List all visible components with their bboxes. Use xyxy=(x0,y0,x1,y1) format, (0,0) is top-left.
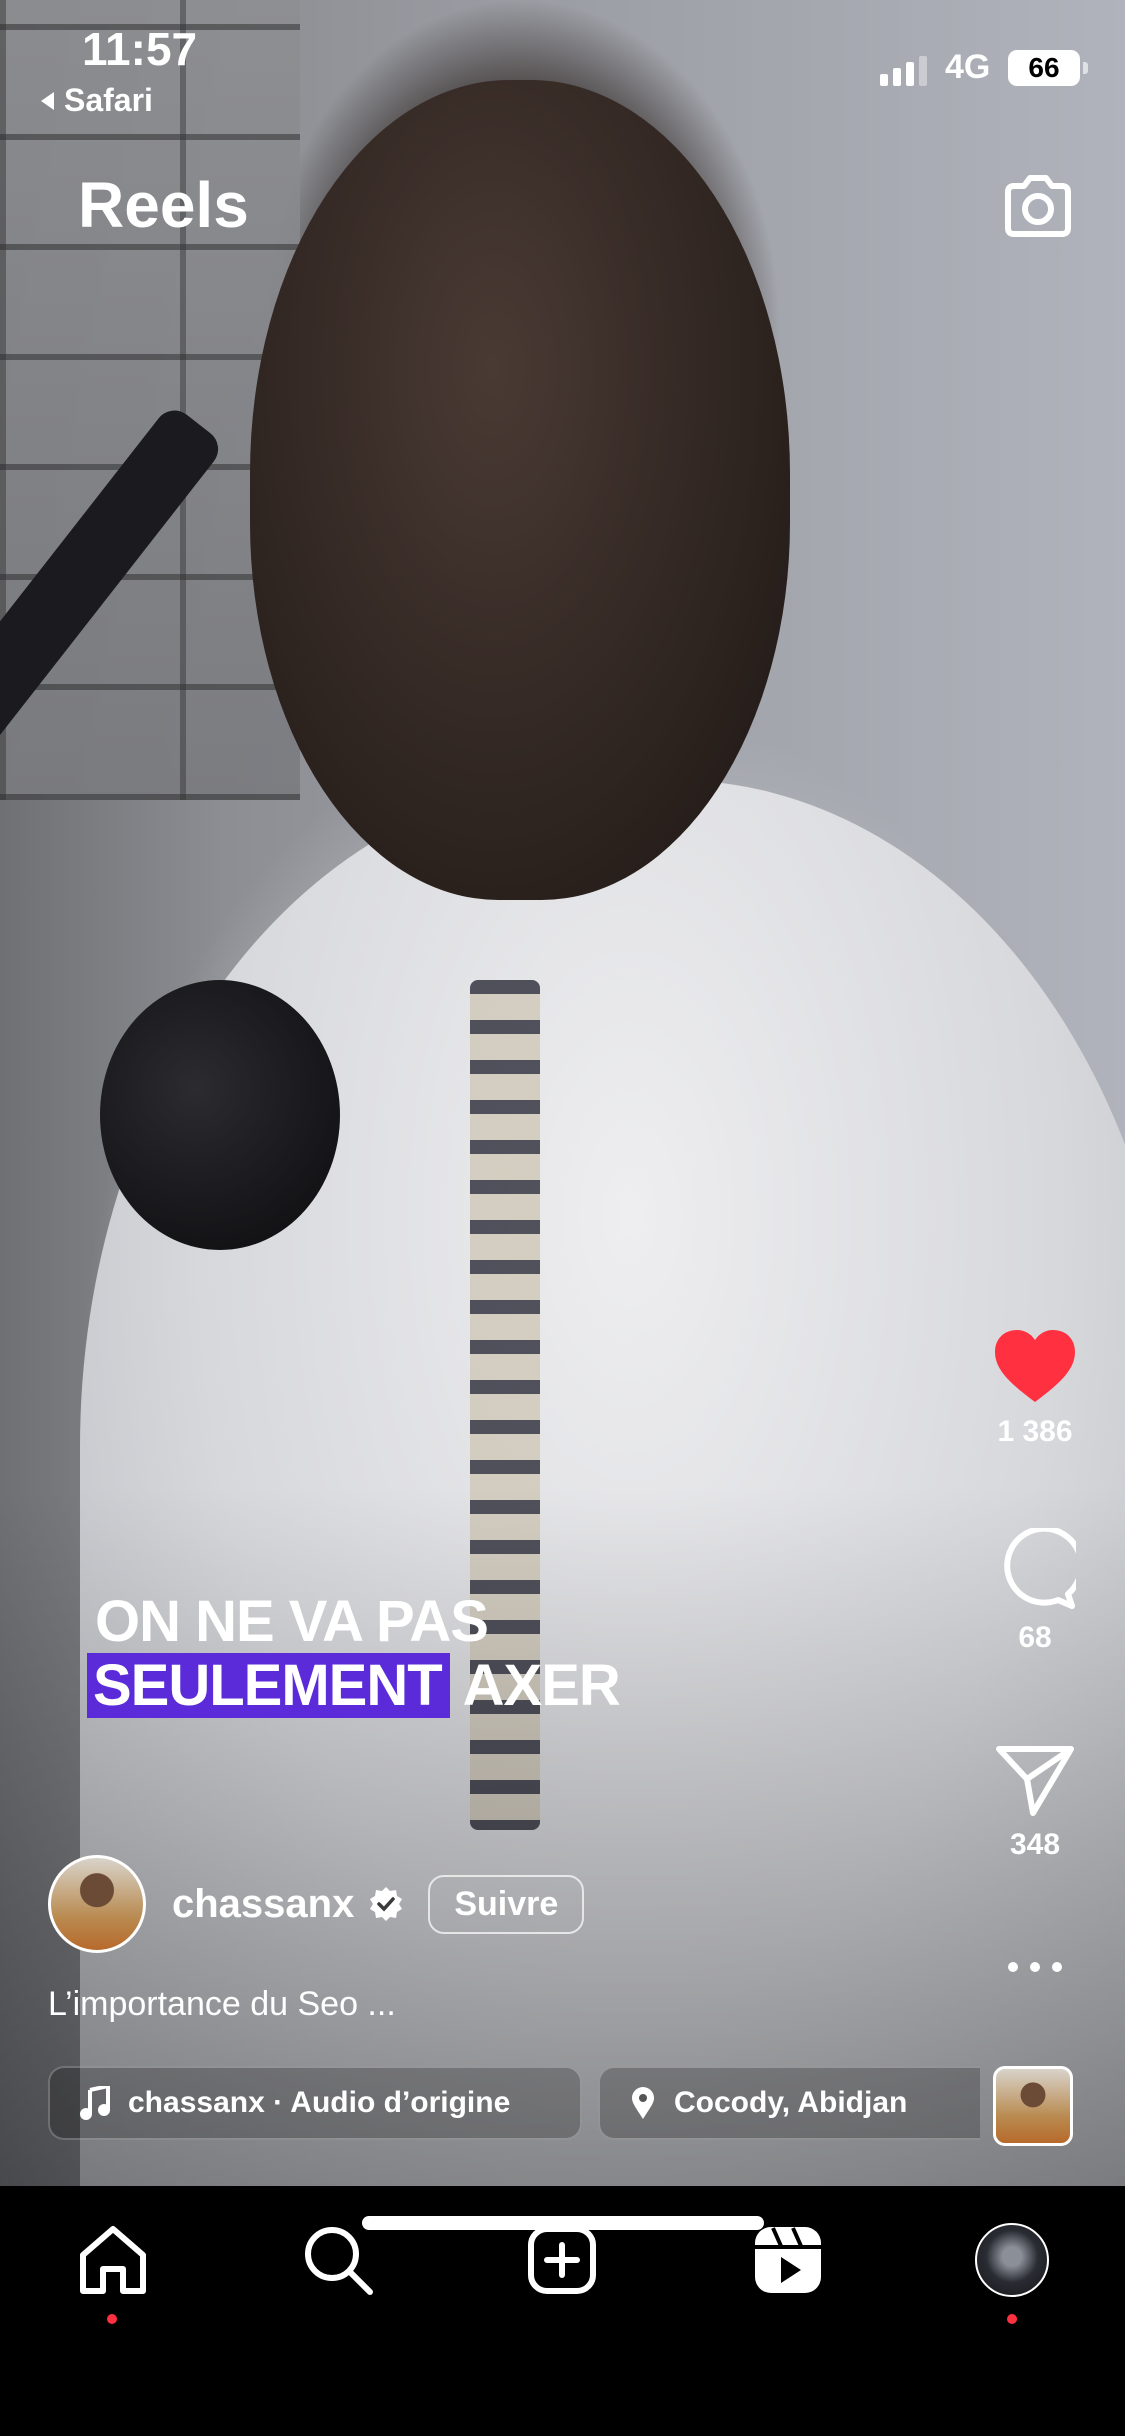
audio-cover-thumbnail[interactable] xyxy=(993,2066,1073,2146)
cellular-signal-icon xyxy=(880,56,927,86)
video-subject-head xyxy=(250,80,790,900)
audio-label: chassanx · Audio d’origine xyxy=(128,2086,511,2119)
microphone xyxy=(100,980,340,1250)
location-pin-icon xyxy=(632,2087,654,2119)
home-indicator xyxy=(362,2216,764,2230)
more-options-button[interactable] xyxy=(985,1960,1085,1979)
page-title: Reels xyxy=(78,169,249,241)
tab-profile[interactable] xyxy=(972,2220,1052,2300)
home-notification-dot xyxy=(107,2314,117,2324)
back-arrow-icon xyxy=(41,91,54,110)
battery-icon: 66 xyxy=(1008,50,1088,86)
music-note-icon xyxy=(80,2086,110,2120)
heart-icon xyxy=(995,1330,1075,1402)
location-chip[interactable]: Cocody, Abidjan xyxy=(598,2066,980,2140)
post-description[interactable]: L’importance du Seo ... xyxy=(48,1985,396,2024)
tab-home[interactable] xyxy=(73,2220,153,2300)
location-label: Cocody, Abidjan xyxy=(674,2086,908,2119)
search-icon xyxy=(305,2227,373,2295)
comment-icon xyxy=(1004,1525,1085,1609)
caption-line-2-rest: AXER xyxy=(462,1653,621,1718)
comment-count: 68 xyxy=(1018,1621,1052,1654)
home-icon xyxy=(80,2226,146,2294)
tab-create[interactable] xyxy=(522,2220,602,2300)
like-button[interactable]: 1 386 xyxy=(985,1328,1085,1449)
author-username[interactable]: chassanx xyxy=(172,1882,354,1927)
caption-line-1: ON NE VA PAS xyxy=(95,1589,489,1654)
status-bar: 11:57 Safari 4G 66 xyxy=(0,22,1125,118)
reels-icon xyxy=(755,2227,821,2293)
share-count: 348 xyxy=(1009,1828,1061,1861)
profile-avatar xyxy=(975,2223,1049,2297)
back-to-app[interactable]: Safari xyxy=(38,82,153,119)
follow-button[interactable]: Suivre xyxy=(428,1874,585,1934)
caption-highlight: SEULEMENT xyxy=(87,1653,450,1718)
author-avatar[interactable] xyxy=(48,1855,146,1953)
more-icon xyxy=(1008,1962,1062,1972)
share-button[interactable]: 348 xyxy=(985,1745,1085,1862)
create-icon xyxy=(528,2226,596,2294)
network-type: 4G xyxy=(945,48,991,86)
send-icon xyxy=(996,1746,1074,1816)
verified-badge-icon xyxy=(370,1887,403,1921)
video-caption: ON NE VA PAS SEULEMENT AXER xyxy=(87,1589,621,1718)
audio-chip[interactable]: chassanx · Audio d’origine xyxy=(48,2066,582,2140)
status-time: 11:57 xyxy=(82,23,198,75)
like-count: 1 386 xyxy=(997,1415,1073,1448)
camera-icon[interactable] xyxy=(1000,168,1076,244)
author-row: chassanx Suivre xyxy=(48,1855,585,1953)
tab-reels[interactable] xyxy=(748,2220,828,2300)
profile-notification-dot xyxy=(1007,2314,1017,2324)
comment-button[interactable]: 68 xyxy=(985,1525,1085,1655)
back-app-label: Safari xyxy=(64,82,153,118)
tab-search[interactable] xyxy=(298,2220,378,2300)
